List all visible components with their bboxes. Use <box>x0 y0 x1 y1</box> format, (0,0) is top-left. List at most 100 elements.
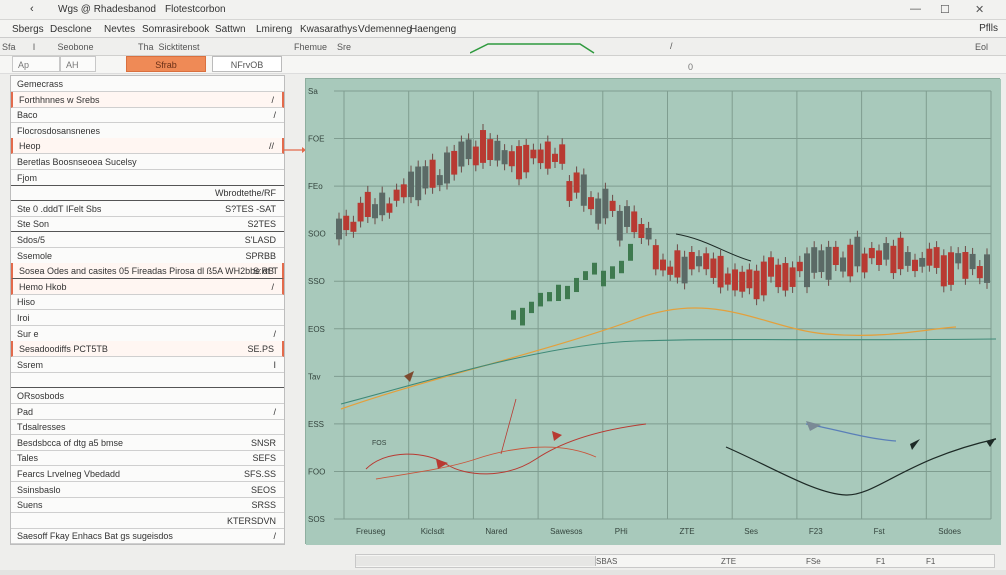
sidebar-row[interactable]: Sdos/5 S'LASD <box>11 232 284 248</box>
sidebar-row[interactable]: Wbrodtethe/RF <box>11 185 284 202</box>
candle-body <box>825 246 832 280</box>
scrollbar-thumb[interactable] <box>356 556 596 566</box>
sidebar-row-value: S'LASD <box>244 235 276 245</box>
candle-body <box>451 150 458 175</box>
candle-body <box>782 263 789 291</box>
sidebar-row[interactable]: Sesadoodiffs PCT5TB SE.PS <box>11 341 284 358</box>
sidebar-row[interactable]: Ste Son S2TES <box>11 216 284 233</box>
y-tick-label: FOO <box>308 467 325 476</box>
candle-body <box>861 253 868 273</box>
candle-body <box>343 215 350 231</box>
menu-item[interactable]: Sbergs <box>12 24 44 35</box>
sidebar-row-label: Baco <box>17 110 38 121</box>
sidebar-row-value: // <box>268 141 274 152</box>
sidebar-row[interactable]: Hemo Hkob / <box>11 278 284 295</box>
sidebar-row-value: SEOS <box>250 484 276 495</box>
field-1[interactable]: Ap <box>12 56 60 72</box>
candle-body <box>595 198 602 224</box>
sidebar-row[interactable]: Hiso <box>11 294 284 311</box>
sidebar-row[interactable]: Pad / <box>11 404 284 420</box>
sidebar-row[interactable]: Ssrem I <box>11 357 284 373</box>
candle-body <box>516 146 522 180</box>
candle-body <box>962 251 969 279</box>
selected-field[interactable]: Sfrab <box>126 56 206 72</box>
candle-body <box>566 181 573 201</box>
menu-item[interactable]: Nevtes <box>104 24 135 35</box>
menu-right-label[interactable]: Pflls <box>979 23 998 34</box>
x-tick-label: Sdoes <box>938 527 961 536</box>
sidebar-row-value: KTERSDVN <box>226 515 276 526</box>
x-tick-label: ZTE <box>680 527 695 536</box>
candle-body <box>458 141 465 167</box>
close-icon[interactable]: ✕ <box>975 3 984 16</box>
horizontal-scrollbar[interactable]: SBAS ZTE FSe F1 F1 <box>355 554 995 568</box>
menu-item[interactable]: Lmireng <box>256 24 292 35</box>
sidebar-row[interactable]: Beretlas Boosnseoea Sucelsy <box>11 154 284 170</box>
toolbar-item[interactable]: Tha Sicktitenst <box>138 42 200 52</box>
candle-body <box>573 172 580 193</box>
toolbar-item[interactable]: Fhemue Sre <box>294 42 351 52</box>
candle-body <box>876 250 882 265</box>
menu-item[interactable]: Haengeng <box>410 24 456 35</box>
value-field[interactable]: NFrvOB <box>212 56 282 72</box>
sidebar-row[interactable]: Sur e / <box>11 326 284 342</box>
sidebar-row[interactable]: Heop // <box>11 138 284 155</box>
candle-body <box>588 197 594 210</box>
sidebar-row-label: Forthhnnes w Srebs <box>19 94 100 105</box>
sidebar-row[interactable]: Forthhnnes w Srebs / <box>11 91 284 108</box>
cursor-readout: 0 <box>688 62 694 72</box>
candle-body-green <box>628 243 633 261</box>
candle-body <box>746 269 753 289</box>
sidebar-row-label: Tales <box>17 453 39 464</box>
x-tick-label: Fst <box>874 527 886 536</box>
sidebar-row[interactable]: Sosea Odes and casites 05 Fireadas Piros… <box>11 263 284 280</box>
sidebar-row[interactable] <box>11 372 284 389</box>
field-2[interactable]: AH <box>60 56 96 72</box>
sidebar-row-label: Beretlas Boosnseoea Sucelsy <box>17 157 137 167</box>
menu-item[interactable]: Somrasirebook <box>142 24 209 35</box>
sidebar-row[interactable]: Suens SRSS <box>11 497 284 514</box>
candle-body <box>436 175 443 186</box>
sidebar-row[interactable]: Iroi <box>11 310 284 326</box>
sidebar-row[interactable]: Baco / <box>11 107 284 124</box>
candle-body-green <box>583 271 588 281</box>
sidebar-row[interactable]: Tales SEFS <box>11 450 284 467</box>
maximize-icon[interactable]: ☐ <box>940 3 950 16</box>
candle-body <box>847 244 854 277</box>
candle-body <box>393 189 400 201</box>
candle-body <box>933 247 940 268</box>
sidebar-row[interactable]: ORsosbods <box>11 388 284 404</box>
back-icon[interactable]: ‹ <box>30 3 34 15</box>
y-tick-label: Tav <box>308 372 320 381</box>
candle-body <box>487 139 494 161</box>
menu-item[interactable]: Vdemenneg <box>358 24 412 35</box>
sidebar-row[interactable]: KTERSDVN <box>11 513 284 529</box>
candle-body <box>638 224 645 239</box>
sidebar-row-value: SFS.SS <box>243 469 276 479</box>
sidebar-row[interactable]: Gemecrass <box>11 76 284 92</box>
x-tick-label: Nared <box>485 527 507 536</box>
candle-body <box>703 253 710 270</box>
minimize-icon[interactable]: — <box>910 3 921 15</box>
sidebar-row[interactable]: Ssinsbaslo SEOS <box>11 482 284 498</box>
candle-body <box>775 264 782 288</box>
menu-item[interactable]: Desclone <box>50 24 92 35</box>
sidebar-row[interactable]: Ste 0 .dddT IFelt Sbs S?TES -SAT <box>11 201 284 217</box>
chart-panel[interactable]: Sa FOE FEo SOO SSO EOS Tav ESS FOO SOS Freuseg Kicl… <box>305 78 1006 545</box>
sidebar-row-value: SNSR <box>250 437 276 448</box>
sidebar-row-label: ORsosbods <box>17 391 65 401</box>
toolbar-item[interactable]: Sfa l Seobone <box>2 42 94 52</box>
menu-item[interactable]: Kwasarathys <box>300 24 357 35</box>
sidebar-row[interactable]: Fjom <box>11 170 284 186</box>
sidebar-row[interactable]: Ssemole SPRBB <box>11 248 284 264</box>
sidebar-row-label: Hiso <box>17 297 36 308</box>
sidebar-row[interactable]: Tdsalresses <box>11 419 284 436</box>
sidebar-row[interactable]: Saesoff Fkay Enhacs Bat gs sugeisdos / <box>11 528 284 545</box>
scroll-label: F1 <box>876 557 886 566</box>
sidebar-row[interactable]: Besdsbcca of dtg a5 bmse SNSR <box>11 435 284 451</box>
sidebar-row[interactable]: Flocrosdosansnenes <box>11 123 284 139</box>
sidebar-row-value: / <box>271 281 274 292</box>
candle-body <box>415 166 422 201</box>
sidebar-row[interactable]: Fearcs Lrvelneg Vbedadd SFS.SS <box>11 466 284 482</box>
menu-item[interactable]: Sattwn <box>215 24 246 35</box>
